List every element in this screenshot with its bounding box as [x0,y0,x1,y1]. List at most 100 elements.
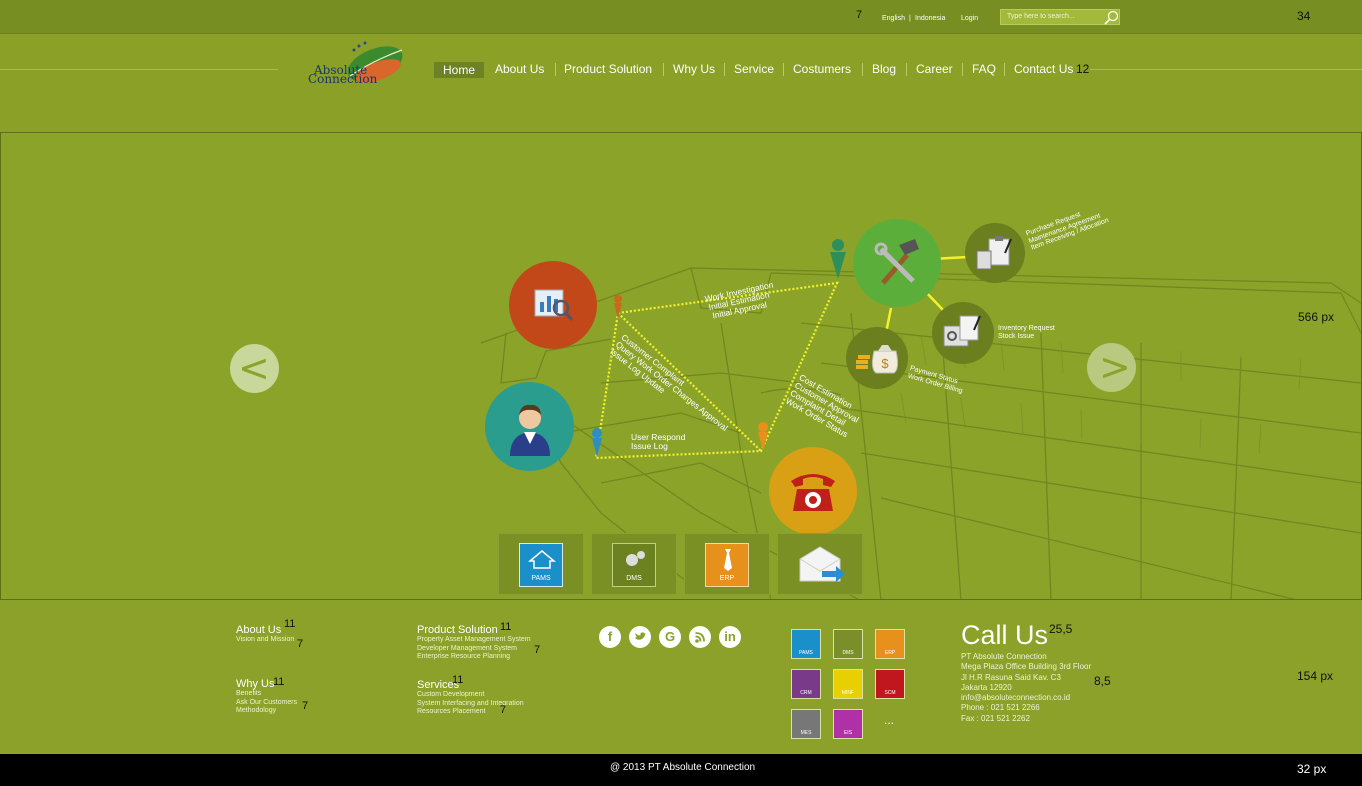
house-icon [528,550,556,569]
nav-separator [962,63,963,76]
footer-link[interactable]: Enterprise Resource Planning [417,653,531,662]
eis-mini-icon[interactable]: EIS [833,709,863,739]
footer-product: Product Solution Property Asset Manageme… [417,624,531,662]
google-icon[interactable]: G [659,626,681,648]
map-pin-icon [758,422,768,451]
footer-link[interactable]: Ask Our Customers [236,699,297,708]
nav-home[interactable]: Home [434,62,485,78]
money-bag-icon: $ [856,345,899,374]
lang-english-link[interactable]: English [882,15,905,22]
nav-career[interactable]: Career [916,62,953,76]
minf-mini-icon[interactable]: MINF [833,669,863,699]
nav-separator [724,63,725,76]
nav-contact-us[interactable]: Contact Us [1014,62,1073,76]
telephone-circle[interactable] [769,447,857,535]
tile-erp[interactable]: ERP [684,533,770,595]
spec-annotation: 8,5 [1094,674,1111,688]
nav-product-solution[interactable]: Product Solution [564,62,652,76]
search-icon[interactable] [1103,10,1119,25]
copyright-bar: @ 2013 PT Absolute Connection 32 px [0,754,1362,786]
contact-email[interactable]: info@absoluteconnection.co.id [961,693,1091,703]
slider-next-button[interactable]: > [1087,343,1136,392]
nav-separator [663,63,664,76]
tools-circle[interactable] [853,219,941,307]
pams-mini-icon[interactable]: PAMS [791,629,821,659]
footer-link[interactable]: Vision and Mission [236,636,294,645]
footer-link[interactable]: Methodology [236,707,297,716]
scm-mini-icon[interactable]: SCM [875,669,905,699]
contact-address: Mega Plaza Office Building 3rd Floor [961,662,1092,672]
footer-link[interactable]: Custom Development [417,691,524,700]
mes-mini-icon[interactable]: MES [791,709,821,739]
nav-costumers[interactable]: Costumers [793,62,851,76]
erp-mini-icon[interactable]: ERP [875,629,905,659]
nav-separator [783,63,784,76]
linkedin-icon[interactable]: in [719,626,741,648]
contact-fax: Fax : 021 521 2262 [961,713,1030,723]
logo-text-line2: Connection [308,72,378,86]
contact-city: Jakarta 12920 [961,682,1012,692]
twitter-icon[interactable] [629,626,651,648]
user-avatar-icon [510,404,550,456]
report-magnifier-icon [534,289,574,321]
spec-annotation: 11 [284,618,296,630]
spec-annotation: 25,5 [1049,622,1073,636]
map-pin-icon [614,295,622,319]
contact-company: PT Absolute Connection [961,652,1047,661]
spec-annotation: 32 px [1297,762,1327,776]
tile-pams[interactable]: PAMS [498,533,584,595]
clipboard-circle[interactable] [965,223,1025,283]
lang-indonesia-link[interactable]: Indonesia [915,15,945,22]
rss-icon[interactable] [689,626,711,648]
safe-clipboard-icon [943,315,981,347]
tile-mail[interactable] [777,533,863,595]
more-products-link[interactable]: ... [884,713,894,727]
tile-label: ERP [719,575,735,582]
footer-link[interactable]: Resources Placement [417,708,524,717]
nav-about-us[interactable]: About Us [495,62,544,76]
spec-annotation: 566 px [1298,310,1335,324]
footer-link[interactable]: System Interfacing and Integration [417,700,524,709]
login-link[interactable]: Login [961,15,978,22]
facebook-icon[interactable]: f [599,626,621,648]
nav-faq[interactable]: FAQ [972,62,996,76]
nav-service[interactable]: Service [734,62,774,76]
logo[interactable]: Absolute Connection [306,40,406,86]
footer-link[interactable]: Developer Management System [417,645,531,654]
footer-link[interactable]: Property Asset Management System [417,636,531,645]
search-input[interactable]: Type here to search... [1000,9,1120,25]
label: Inventory Request [998,325,1055,332]
tie-icon [724,549,732,571]
spec-annotation: 34 [1297,9,1311,23]
footer-product-title[interactable]: Product Solution [417,624,531,636]
contact-address: Jl H.R Rasuna Said Kav. C3 [961,672,1061,682]
spec-annotation: 11 [500,621,512,633]
spec-annotation: 11 [452,674,464,686]
footer-whyus-title[interactable]: Why Us [236,678,297,690]
nav-blog[interactable]: Blog [872,62,896,76]
report-circle[interactable] [509,261,597,349]
tile-dms[interactable]: DMS [591,533,677,595]
slider-prev-button[interactable]: < [230,344,279,393]
crm-mini-icon[interactable]: CRM [791,669,821,699]
contact-phone: Phone : 021 521 2266 [961,703,1040,713]
top-bar: 7 English | Indonesia Login Type here to… [0,0,1362,34]
footer-services-title[interactable]: Services [417,679,524,691]
nav-why-us[interactable]: Why Us [673,62,715,76]
nav-separator [1004,63,1005,76]
money-circle[interactable]: $ [846,327,908,389]
map-pin-icon [830,239,846,279]
hammer-wrench-icon [874,239,919,285]
spec-annotation: 12 [1076,62,1090,76]
safe-circle[interactable] [932,302,994,364]
clipboard-calculator-icon [976,236,1012,270]
inventory-labels: Inventory Request Stock Issue [998,325,1055,341]
header [0,34,1362,133]
footer-services: Services Custom Development System Inter… [417,679,524,717]
footer-whyus: Why Us Benefits Ask Our Customers Method… [236,678,297,716]
label: Issue Log [631,441,668,451]
dms-mini-icon[interactable]: DMS [833,629,863,659]
product-icon-grid: PAMS DMS ERP CRM MINF SCM MES EIS ... [791,629,907,741]
user-circle[interactable] [485,382,574,471]
footer-link[interactable]: Benefits [236,690,297,699]
